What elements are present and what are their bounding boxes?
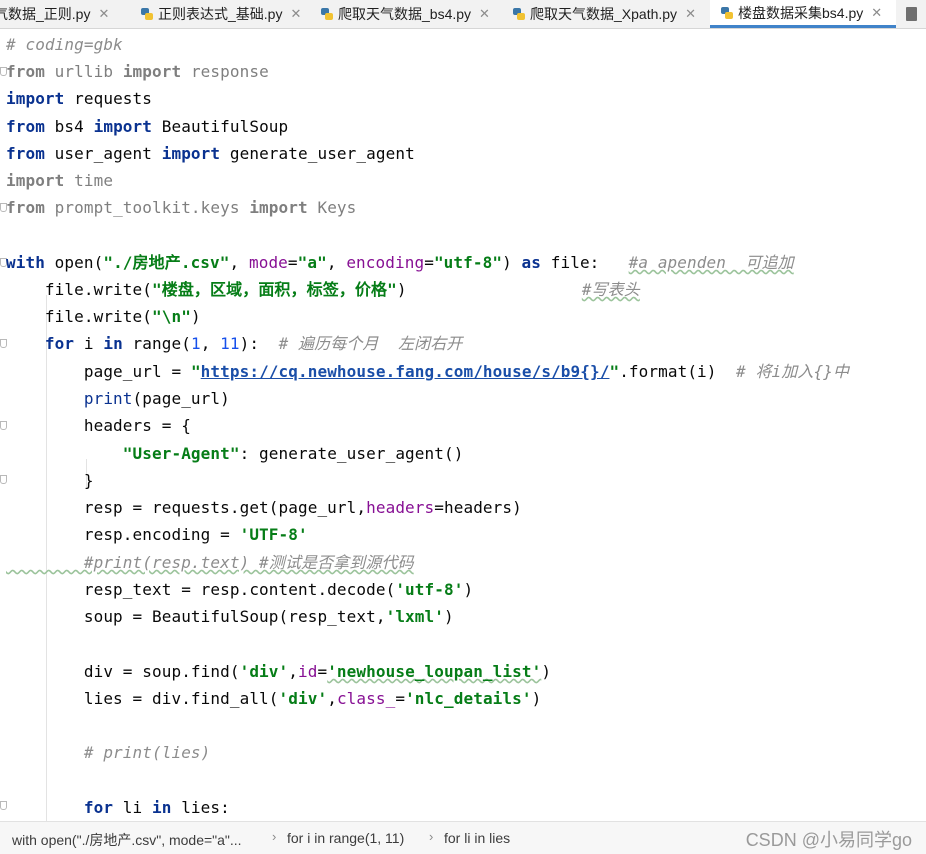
python-file-icon <box>320 7 334 21</box>
chevron-right-icon: › <box>272 829 277 844</box>
tab-label: 正则表达式_基础.py <box>158 6 283 22</box>
tab-label: 爬取天气数据_bs4.py <box>338 6 472 22</box>
code-line: for li in lies: <box>6 798 230 817</box>
code-line: resp.encoding = 'UTF-8' <box>6 525 308 544</box>
code-line: from user_agent import generate_user_age… <box>6 144 415 163</box>
code-line: import requests <box>6 89 153 108</box>
tab-weather-bs4[interactable]: 爬取天气数据_bs4.py ✕ <box>316 0 496 28</box>
tab-weather-regex[interactable]: 气数据_正则.py ✕ <box>0 0 115 28</box>
tab-weather-xpath[interactable]: 爬取天气数据_Xpath.py ✕ <box>508 0 702 28</box>
code-line: from bs4 import BeautifulSoup <box>6 117 289 136</box>
code-line: } <box>6 471 94 490</box>
code-line: resp_text = resp.content.decode('utf-8') <box>6 580 474 599</box>
code-line: with open("./房地产.csv", mode="a", encodin… <box>6 253 794 272</box>
code-line: lies = div.find_all('div',class_='nlc_de… <box>6 689 542 708</box>
close-icon[interactable]: ✕ <box>98 6 109 22</box>
watermark: CSDN @小易同学go <box>745 830 912 850</box>
tab-loupan-bs4[interactable]: 楼盘数据采集bs4.py ✕ <box>710 0 896 28</box>
code-line: from prompt_toolkit.keys import Keys <box>6 198 357 217</box>
code-line: file.write("楼盘，区域，面积，标签，价格") #写表头 <box>6 280 640 299</box>
file-icon <box>906 7 917 21</box>
code-line: #print(resp.text) #测试是否拿到源代码 <box>6 553 414 572</box>
breadcrumb-item[interactable]: for li in lies <box>444 830 510 846</box>
url-link[interactable]: https://cq.newhouse.fang.com/house/s/b9{… <box>201 362 610 381</box>
code-editor[interactable]: # coding=gbk from urllib import response… <box>0 29 926 821</box>
code-line: resp = requests.get(page_url,headers=hea… <box>6 498 522 517</box>
python-file-icon <box>720 6 734 20</box>
code-line: "User-Agent": generate_user_agent() <box>6 444 464 463</box>
breadcrumb: with open("./房地产.csv", mode="a"... › for… <box>0 821 926 854</box>
breadcrumb-item[interactable]: with open("./房地产.csv", mode="a"... <box>12 830 242 850</box>
tab-overflow[interactable] <box>906 0 921 28</box>
close-icon[interactable]: ✕ <box>685 6 696 22</box>
close-icon[interactable]: ✕ <box>871 5 882 21</box>
code-line: soup = BeautifulSoup(resp_text,'lxml') <box>6 607 454 626</box>
code-line: headers = { <box>6 416 191 435</box>
editor-tab-bar: 气数据_正则.py ✕ 正则表达式_基础.py ✕ 爬取天气数据_bs4.py … <box>0 0 926 29</box>
tab-label: 爬取天气数据_Xpath.py <box>530 6 678 22</box>
code-line: file.write("\n") <box>6 307 201 326</box>
close-icon[interactable]: ✕ <box>479 6 490 22</box>
code-line: import time <box>6 171 114 190</box>
code-line: div = soup.find('div',id='newhouse_loupa… <box>6 662 552 681</box>
tab-label: 气数据_正则.py <box>0 6 91 22</box>
code-line: from urllib import response <box>6 62 269 81</box>
chevron-right-icon: › <box>429 829 434 844</box>
code-line: # coding=gbk <box>6 35 123 54</box>
python-file-icon <box>140 7 154 21</box>
code-line: page_url = "https://cq.newhouse.fang.com… <box>6 362 850 381</box>
tab-regex-basics[interactable]: 正则表达式_基础.py ✕ <box>136 0 307 28</box>
code-line: for i in range(1, 11): # 遍历每个月 左闭右开 <box>6 334 463 353</box>
code-line: print(page_url) <box>6 389 230 408</box>
python-file-icon <box>512 7 526 21</box>
tab-label: 楼盘数据采集bs4.py <box>738 4 864 21</box>
code-line: # print(lies) <box>6 743 211 762</box>
close-icon[interactable]: ✕ <box>290 6 301 22</box>
breadcrumb-item[interactable]: for i in range(1, 11) <box>287 830 404 846</box>
